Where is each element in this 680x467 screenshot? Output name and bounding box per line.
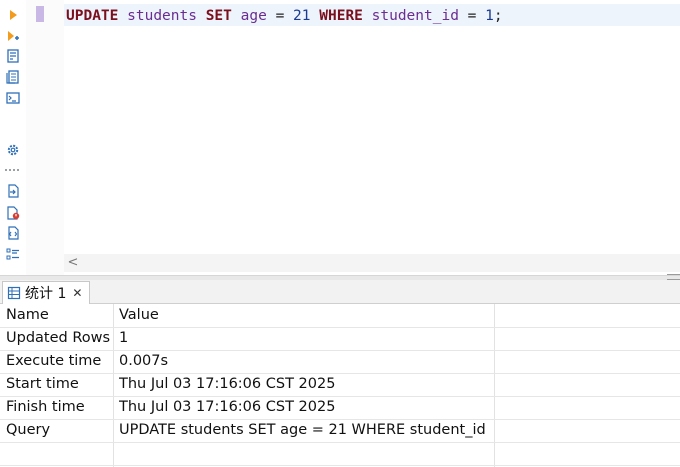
cell-name[interactable]: Updated Rows	[6, 327, 110, 350]
header-row: Name Value	[0, 304, 680, 328]
script-icon[interactable]	[4, 224, 22, 242]
sql-token: WHERE	[319, 8, 363, 24]
cell-name[interactable]: Query	[6, 419, 110, 442]
run-icon[interactable]	[4, 6, 22, 24]
sql-token: =	[266, 8, 294, 24]
empty-row	[0, 442, 680, 466]
table-row[interactable]: Execute time 0.007s	[0, 350, 680, 374]
cell-value[interactable]: Thu Jul 03 17:16:06 CST 2025	[119, 396, 491, 419]
table-row[interactable]: Query UPDATE students SET age = 21 WHERE …	[0, 419, 680, 443]
horizontal-scrollbar[interactable]: <	[64, 254, 680, 272]
explain-icon[interactable]	[4, 47, 22, 65]
sql-token: students	[127, 8, 197, 24]
scroll-left-arrow-icon[interactable]: <	[66, 255, 80, 271]
tab-statistics-1[interactable]: 统计 1 ✕	[2, 281, 90, 304]
table-row[interactable]: Start time Thu Jul 03 17:16:06 CST 2025	[0, 373, 680, 397]
sql-token: age	[240, 8, 267, 24]
line-gutter	[26, 0, 64, 275]
run-step-icon[interactable]	[4, 27, 22, 45]
sql-editor[interactable]: UPDATE students SET age = 21 WHERE stude…	[0, 0, 680, 275]
current-line-marker	[36, 6, 44, 22]
cell-value[interactable]: 0.007s	[119, 350, 491, 373]
sql-token: UPDATE	[66, 8, 119, 24]
cell-name[interactable]: Execute time	[6, 350, 110, 373]
cell-name[interactable]: Start time	[6, 373, 110, 396]
sql-token: SET	[205, 8, 232, 24]
table-icon	[7, 286, 21, 300]
format-icon[interactable]	[4, 68, 22, 86]
sql-statement-line[interactable]: UPDATE students SET age = 21 WHERE stude…	[66, 6, 503, 26]
sql-token: =	[458, 8, 486, 24]
table-row[interactable]: Updated Rows 1	[0, 327, 680, 351]
export-icon[interactable]	[4, 182, 22, 200]
table-row[interactable]: Finish time Thu Jul 03 17:16:06 CST 2025	[0, 396, 680, 420]
error-log-icon[interactable]	[4, 204, 22, 222]
outline-icon[interactable]	[4, 245, 22, 263]
cell-name[interactable]: Finish time	[6, 396, 110, 419]
sql-token: ;	[493, 8, 503, 24]
settings-icon[interactable]	[4, 141, 22, 159]
cell-value[interactable]: 1	[119, 327, 491, 350]
sql-token: 1	[485, 8, 494, 24]
sql-token: 21	[293, 8, 311, 24]
result-tab-bar: 统计 1 ✕	[0, 280, 680, 304]
statistics-grid: Name Value Updated Rows 1 Execute time 0.00…	[0, 304, 680, 467]
cell-value[interactable]: UPDATE students SET age = 21 WHERE stude…	[119, 419, 491, 442]
sql-editor-window: UPDATE students SET age = 21 WHERE stude…	[0, 0, 680, 467]
sql-token: student_id	[371, 8, 459, 24]
column-header-value[interactable]: Value	[119, 304, 491, 327]
console-icon[interactable]	[4, 89, 22, 107]
column-header-name[interactable]: Name	[6, 304, 110, 327]
tab-label: 统计 1	[25, 286, 67, 302]
result-pane: 统计 1 ✕ Name Value Updated Rows 1 Execute t…	[0, 280, 680, 467]
tab-close-icon[interactable]: ✕	[72, 286, 82, 300]
toolbar-separator	[5, 169, 19, 173]
cell-value[interactable]: Thu Jul 03 17:16:06 CST 2025	[119, 373, 491, 396]
editor-toolstrip	[0, 0, 26, 275]
